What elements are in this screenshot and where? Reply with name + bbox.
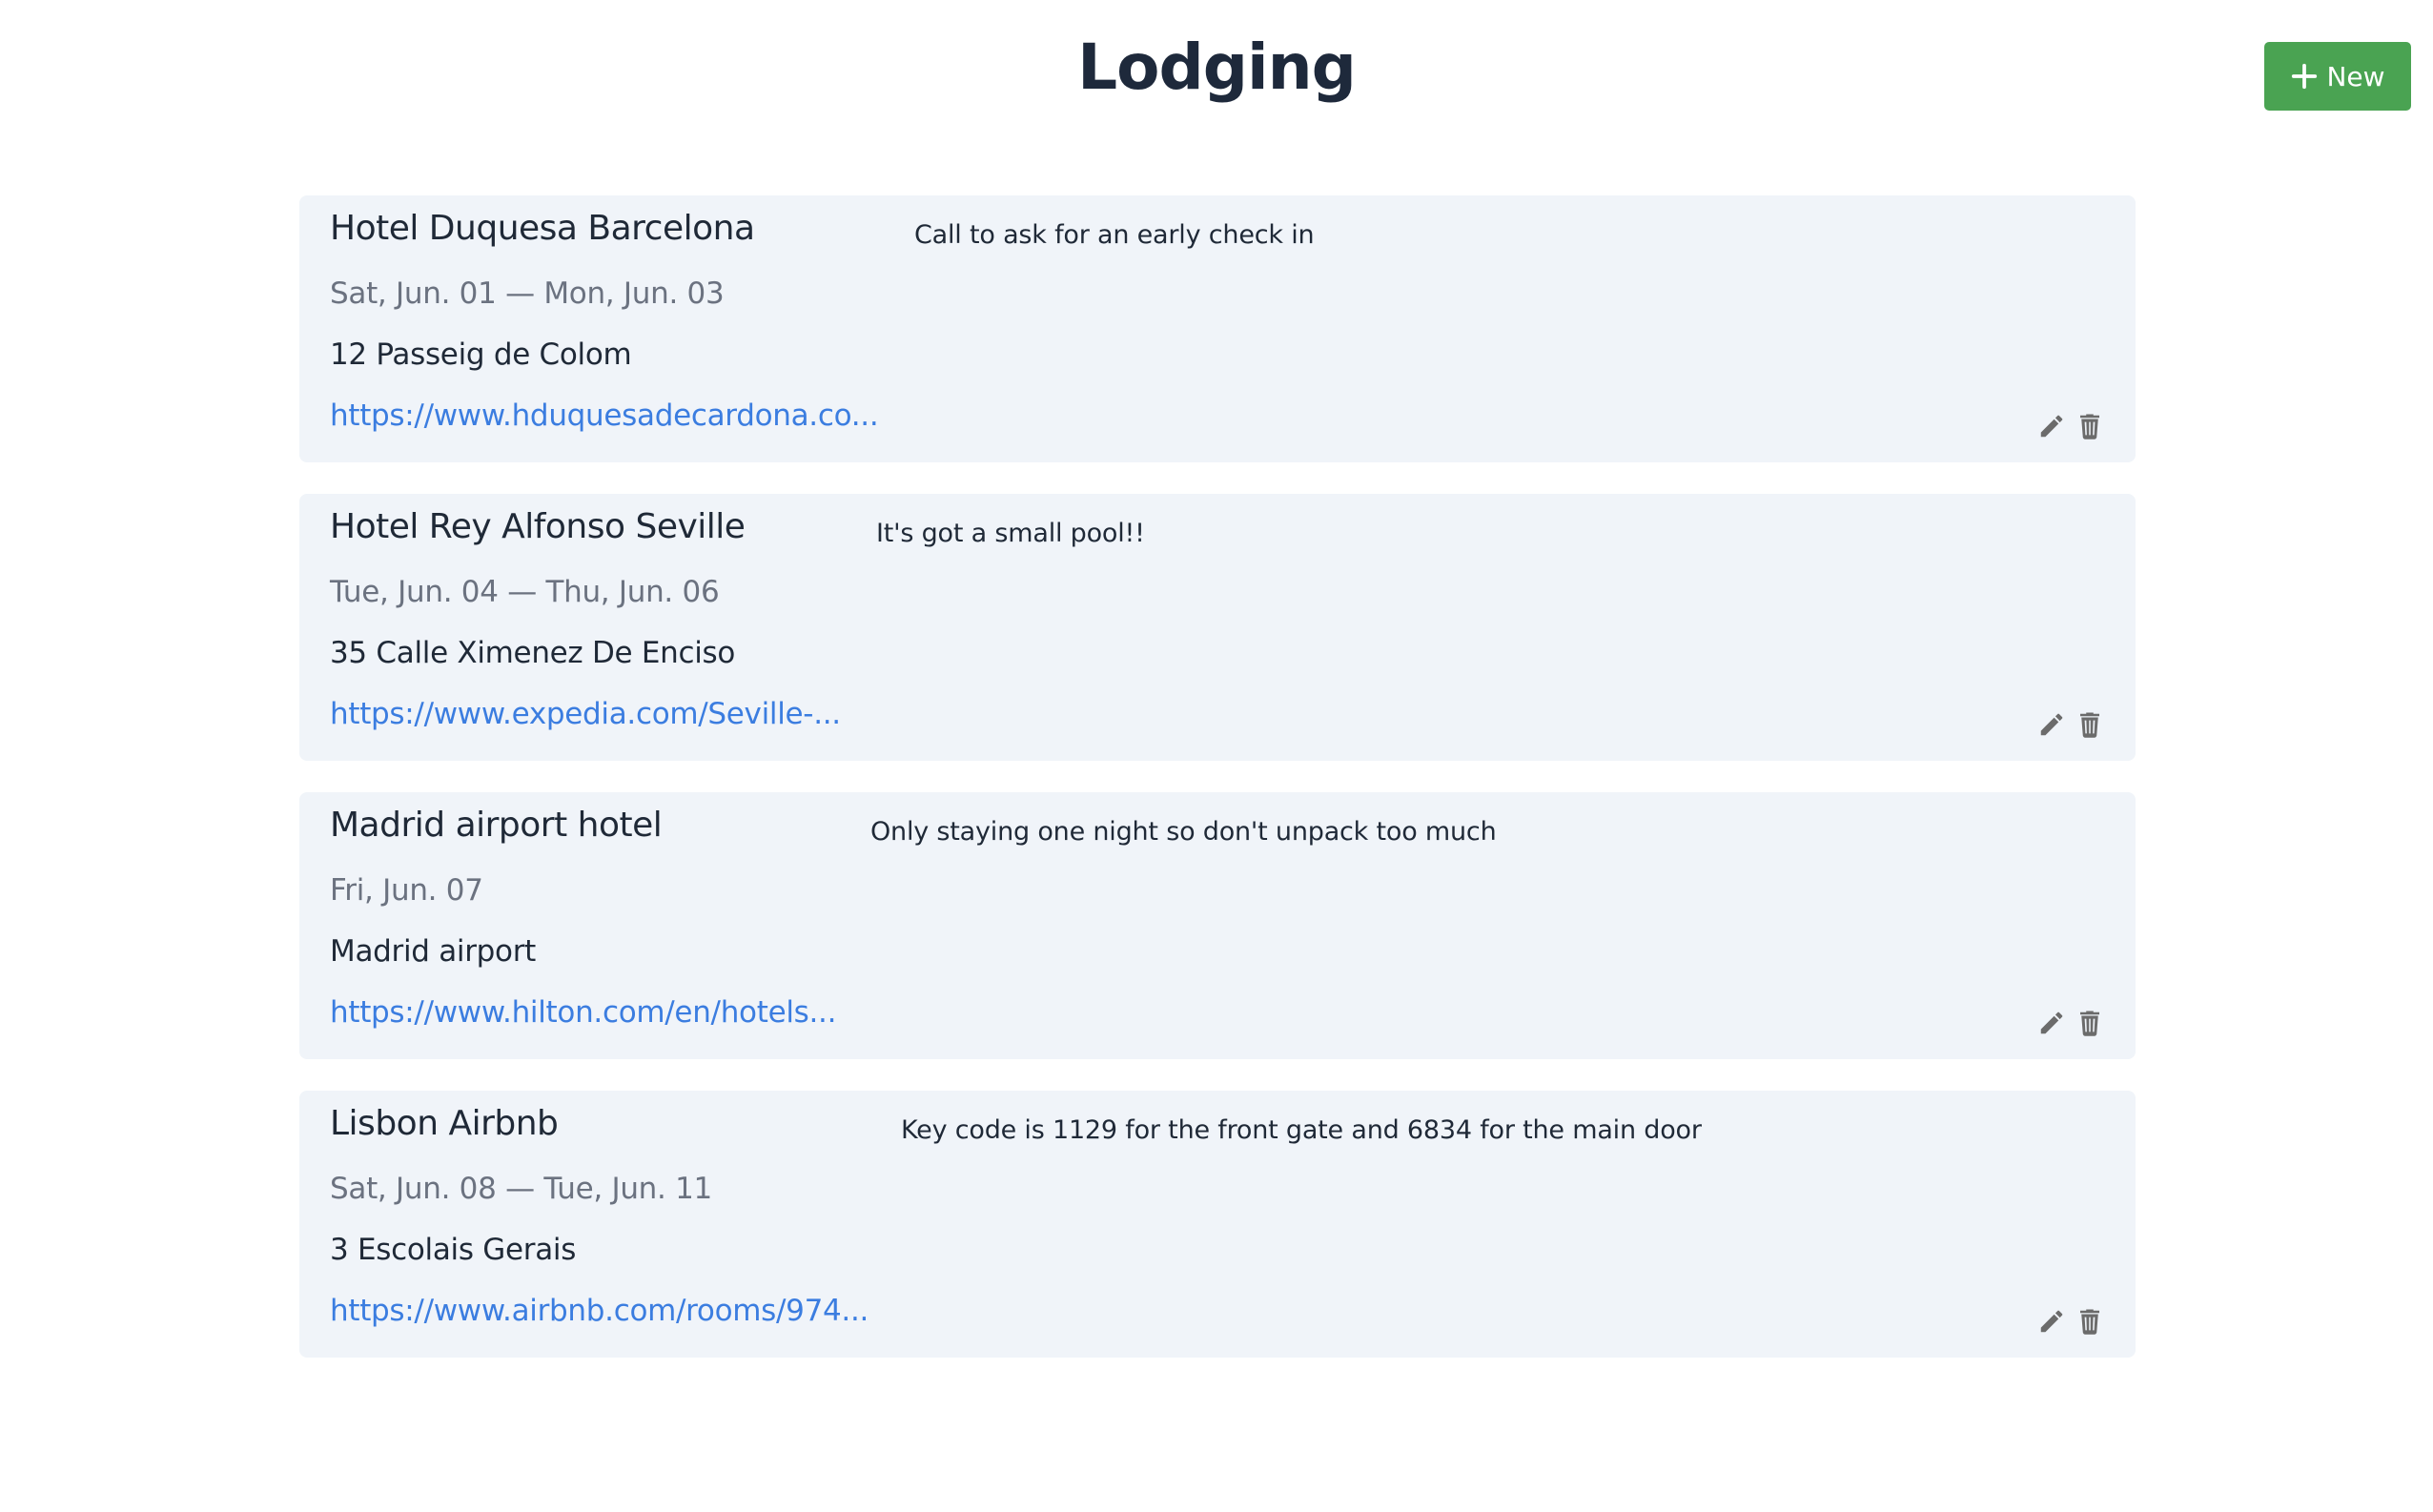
lodging-name: Hotel Duquesa Barcelona [330, 209, 755, 248]
lodging-link[interactable]: https://www.airbnb.com/rooms/974... [330, 1294, 869, 1328]
trash-icon[interactable] [2075, 1009, 2104, 1037]
lodging-address: Madrid airport [330, 934, 537, 969]
lodging-address: 35 Calle Ximenez De Enciso [330, 636, 736, 670]
lodging-note: Key code is 1129 for the front gate and … [901, 1115, 1702, 1145]
lodging-note: Call to ask for an early check in [914, 220, 1315, 250]
trash-icon[interactable] [2075, 710, 2104, 739]
lodging-list: Hotel Duquesa Barcelona Call to ask for … [299, 195, 2136, 1389]
card-actions [2037, 1307, 2104, 1336]
pencil-icon[interactable] [2037, 1009, 2066, 1037]
lodging-link[interactable]: https://www.expedia.com/Seville-... [330, 697, 841, 731]
lodging-card: Madrid airport hotel Only staying one ni… [299, 792, 2136, 1059]
lodging-note: It's got a small pool!! [876, 519, 1145, 548]
lodging-dates: Sat, Jun. 01 — Mon, Jun. 03 [330, 276, 725, 311]
lodging-card: Hotel Rey Alfonso Seville It's got a sma… [299, 494, 2136, 761]
pencil-icon[interactable] [2037, 710, 2066, 739]
trash-icon[interactable] [2075, 412, 2104, 440]
lodging-name: Lisbon Airbnb [330, 1104, 559, 1143]
lodging-dates: Fri, Jun. 07 [330, 873, 483, 908]
page-title: Lodging [1077, 31, 1357, 104]
new-button-label: New [2326, 60, 2385, 92]
lodging-name: Hotel Rey Alfonso Seville [330, 507, 746, 546]
lodging-note: Only staying one night so don't unpack t… [870, 817, 1497, 847]
lodging-card: Lisbon Airbnb Key code is 1129 for the f… [299, 1091, 2136, 1358]
lodging-card: Hotel Duquesa Barcelona Call to ask for … [299, 195, 2136, 462]
lodging-address: 12 Passeig de Colom [330, 337, 632, 372]
new-lodging-button[interactable]: New [2264, 42, 2411, 111]
lodging-dates: Sat, Jun. 08 — Tue, Jun. 11 [330, 1172, 712, 1206]
lodging-link[interactable]: https://www.hduquesadecardona.co... [330, 398, 879, 433]
card-actions [2037, 1009, 2104, 1037]
pencil-icon[interactable] [2037, 412, 2066, 440]
card-actions [2037, 412, 2104, 440]
trash-icon[interactable] [2075, 1307, 2104, 1336]
plus-icon [2290, 62, 2319, 91]
card-actions [2037, 710, 2104, 739]
pencil-icon[interactable] [2037, 1307, 2066, 1336]
lodging-dates: Tue, Jun. 04 — Thu, Jun. 06 [330, 575, 720, 609]
lodging-name: Madrid airport hotel [330, 806, 663, 845]
lodging-address: 3 Escolais Gerais [330, 1233, 577, 1267]
lodging-link[interactable]: https://www.hilton.com/en/hotels... [330, 995, 836, 1030]
